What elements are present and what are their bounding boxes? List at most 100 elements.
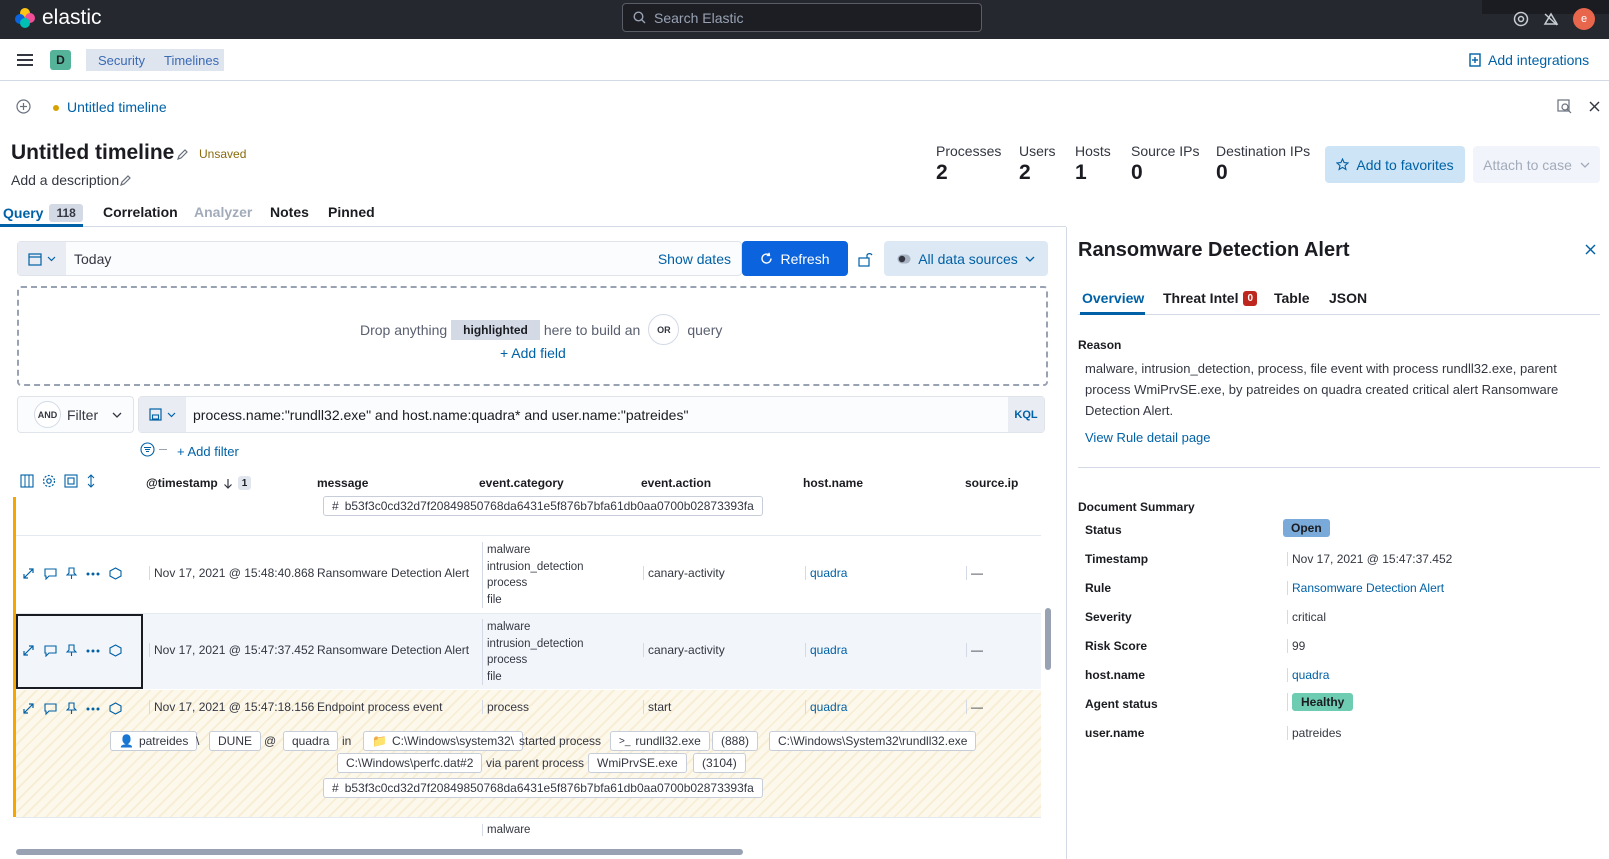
- cell-message[interactable]: Ransomware Detection Alert: [317, 643, 469, 657]
- fullscreen-icon[interactable]: [64, 474, 78, 488]
- cell-event-category[interactable]: process: [482, 700, 529, 714]
- gear-icon[interactable]: [42, 474, 56, 488]
- tab-analyzer[interactable]: Analyzer: [194, 204, 252, 220]
- add-to-favorites-button[interactable]: Add to favorites: [1325, 146, 1465, 183]
- domain-chip[interactable]: DUNE: [209, 731, 262, 751]
- attach-to-case-button[interactable]: Attach to case: [1473, 146, 1600, 183]
- cell-event-category[interactable]: malware intrusion_detection process file: [482, 542, 584, 608]
- tab-pinned[interactable]: Pinned: [328, 204, 375, 220]
- comment-icon[interactable]: [44, 702, 57, 715]
- inspect-icon[interactable]: [1557, 99, 1572, 114]
- date-picker[interactable]: Today Show dates: [17, 241, 742, 276]
- cell-timestamp[interactable]: Nov 17, 2021 @ 15:47:18.156: [149, 700, 314, 714]
- cell-event-category[interactable]: malware: [482, 824, 530, 836]
- summary-value-host-name[interactable]: quadra: [1287, 668, 1329, 682]
- tab-notes[interactable]: Notes: [270, 204, 309, 220]
- show-dates-button[interactable]: Show dates: [658, 251, 731, 267]
- flyout-tab-table[interactable]: Table: [1274, 290, 1310, 306]
- add-field-button[interactable]: + Add field: [500, 345, 566, 361]
- flyout-tab-threat-intel[interactable]: Threat Intel 0: [1163, 290, 1258, 306]
- menu-toggle-icon[interactable]: [17, 53, 33, 67]
- column-header-message[interactable]: message: [317, 476, 368, 490]
- args-chip[interactable]: C:\Windows\perfc.dat#2: [337, 753, 483, 773]
- date-quick-menu-button[interactable]: [18, 242, 66, 275]
- cell-event-action[interactable]: canary-activity: [643, 566, 725, 580]
- pin-icon[interactable]: [66, 644, 77, 657]
- column-header-event-action[interactable]: event.action: [641, 476, 711, 490]
- host-chip[interactable]: quadra: [283, 731, 339, 751]
- ppid-chip[interactable]: (3104): [693, 753, 746, 773]
- cell-host-name[interactable]: quadra: [805, 566, 847, 580]
- summary-value-severity[interactable]: critical: [1287, 610, 1326, 624]
- more-icon[interactable]: [86, 649, 100, 653]
- status-badge[interactable]: Open: [1283, 519, 1330, 537]
- tab-correlation[interactable]: Correlation: [103, 204, 178, 220]
- comment-icon[interactable]: [44, 567, 57, 580]
- summary-value-risk-score[interactable]: 99: [1287, 639, 1305, 653]
- expand-icon[interactable]: [22, 644, 35, 657]
- expand-icon[interactable]: [22, 567, 35, 580]
- timeline-title[interactable]: Untitled timeline: [11, 141, 174, 165]
- executable-chip[interactable]: C:\Windows\System32\rundll32.exe: [769, 731, 977, 751]
- row-height-icon[interactable]: [86, 474, 96, 488]
- add-filter-button[interactable]: + Add filter: [177, 444, 239, 459]
- pid-chip[interactable]: (888): [712, 731, 759, 751]
- lock-open-icon[interactable]: [857, 251, 873, 267]
- process-chip[interactable]: >_ rundll32.exe: [610, 731, 710, 751]
- user-chip[interactable]: 👤 patreides: [110, 731, 198, 751]
- edit-description-icon[interactable]: [119, 174, 132, 187]
- column-header-event-category[interactable]: event.category: [479, 476, 564, 490]
- help-icon[interactable]: [1513, 11, 1529, 27]
- column-header-host-name[interactable]: host.name: [803, 476, 863, 490]
- flyout-tab-overview[interactable]: Overview: [1082, 290, 1144, 306]
- flyout-tab-json[interactable]: JSON: [1329, 290, 1367, 306]
- add-integrations-button[interactable]: Add integrations: [1468, 52, 1589, 68]
- table-row-selected[interactable]: Nov 17, 2021 @ 15:47:37.452 Ransomware D…: [16, 614, 1041, 689]
- saved-query-menu[interactable]: [139, 397, 186, 432]
- agent-status-badge[interactable]: Healthy: [1292, 693, 1354, 711]
- horizontal-scrollbar[interactable]: [16, 849, 743, 855]
- close-timeline-icon[interactable]: [1589, 101, 1600, 112]
- analyze-icon[interactable]: [109, 644, 122, 657]
- cell-timestamp[interactable]: Nov 17, 2021 @ 15:48:40.868: [149, 566, 314, 580]
- data-sources-selector[interactable]: All data sources: [884, 241, 1048, 276]
- columns-icon[interactable]: [20, 474, 34, 488]
- filter-operator-select[interactable]: AND Filter: [17, 396, 134, 433]
- pin-icon[interactable]: [66, 567, 77, 580]
- analyze-icon[interactable]: [109, 702, 122, 715]
- comment-icon[interactable]: [44, 644, 57, 657]
- summary-value-user-name[interactable]: patreides: [1287, 726, 1341, 740]
- newsfeed-icon[interactable]: [1543, 11, 1559, 27]
- cell-message[interactable]: Ransomware Detection Alert: [317, 566, 469, 580]
- filter-menu-icon[interactable]: [140, 442, 155, 457]
- cell-host-name[interactable]: quadra: [805, 643, 847, 657]
- refresh-button[interactable]: Refresh: [742, 241, 848, 276]
- close-flyout-icon[interactable]: [1585, 244, 1596, 255]
- summary-value-rule[interactable]: Ransomware Detection Alert: [1287, 581, 1444, 595]
- cell-message[interactable]: Endpoint process event: [317, 700, 442, 714]
- cell-source-ip[interactable]: —: [966, 700, 983, 714]
- cell-event-action[interactable]: canary-activity: [643, 643, 725, 657]
- cell-event-action[interactable]: start: [643, 700, 671, 714]
- hash-chip[interactable]: # b53f3c0cd32d7f20849850768da6431e5f876b7…: [323, 778, 763, 798]
- table-row[interactable]: Nov 17, 2021 @ 15:48:40.868 Ransomware D…: [16, 536, 1041, 613]
- summary-value-timestamp[interactable]: Nov 17, 2021 @ 15:47:37.452: [1287, 552, 1452, 566]
- cell-source-ip[interactable]: —: [966, 643, 983, 657]
- pin-icon[interactable]: [66, 702, 77, 715]
- parent-process-chip[interactable]: WmiPrvSE.exe: [588, 753, 687, 773]
- vertical-scrollbar[interactable]: [1045, 608, 1051, 670]
- breadcrumb-security[interactable]: Security: [86, 49, 157, 71]
- cell-timestamp[interactable]: Nov 17, 2021 @ 15:47:37.452: [149, 643, 314, 657]
- kql-query-input[interactable]: process.name:"rundll32.exe" and host.nam…: [193, 407, 688, 423]
- cell-event-category[interactable]: malware intrusion_detection process file: [482, 619, 584, 685]
- kql-language-button[interactable]: KQL: [1008, 397, 1044, 432]
- expand-icon[interactable]: [22, 702, 35, 715]
- user-avatar[interactable]: e: [1573, 8, 1595, 30]
- tab-query[interactable]: Query 118: [3, 204, 83, 222]
- edit-title-icon[interactable]: [176, 148, 189, 161]
- hash-chip[interactable]: # b53f3c0cd32d7f20849850768da6431e5f876b7…: [323, 496, 763, 516]
- global-search-input[interactable]: Search Elastic: [622, 3, 982, 32]
- view-rule-link[interactable]: View Rule detail page: [1085, 430, 1211, 445]
- more-icon[interactable]: [86, 572, 100, 576]
- breadcrumb-timelines[interactable]: Timelines: [152, 49, 224, 71]
